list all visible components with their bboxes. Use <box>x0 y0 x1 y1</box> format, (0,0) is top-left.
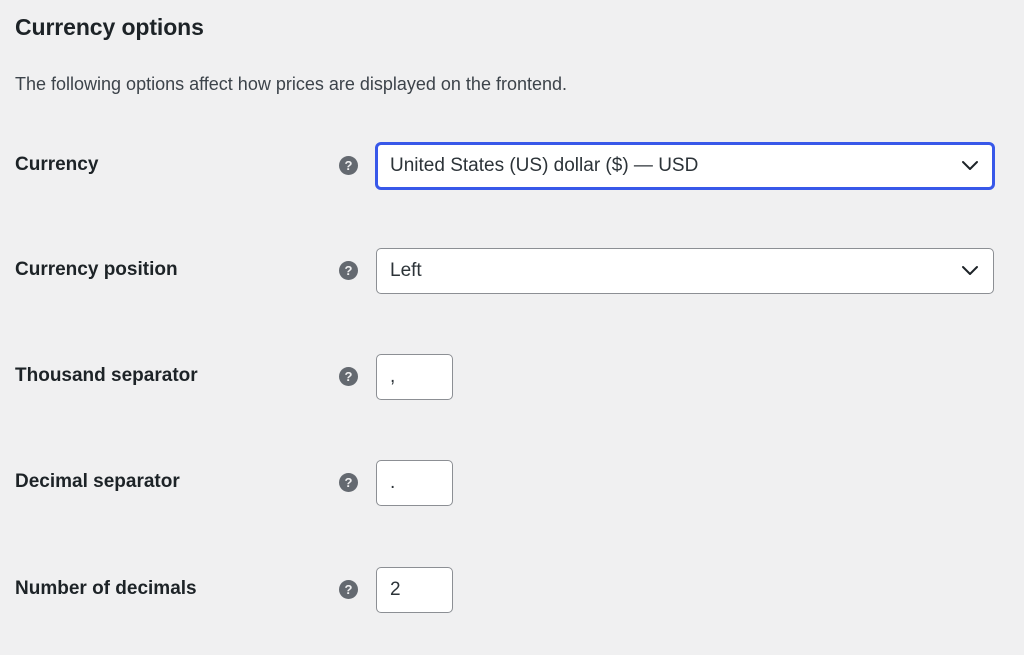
currency-position-select[interactable]: Left <box>376 248 994 294</box>
section-title: Currency options <box>15 14 204 40</box>
decimal-separator-label: Decimal separator <box>15 471 180 492</box>
thousand-separator-row: Thousand separator ? <box>0 354 1024 402</box>
thousand-separator-label: Thousand separator <box>15 365 198 386</box>
help-icon[interactable]: ? <box>339 261 358 280</box>
currency-select-value: United States (US) dollar ($) — USD <box>390 155 699 176</box>
section-description: The following options affect how prices … <box>15 74 568 94</box>
decimal-separator-input[interactable] <box>376 460 453 506</box>
number-of-decimals-input[interactable] <box>376 567 453 613</box>
help-icon[interactable]: ? <box>339 580 358 599</box>
currency-position-row: Currency position ? Left <box>0 248 1024 296</box>
currency-position-label: Currency position <box>15 259 178 280</box>
currency-select[interactable]: United States (US) dollar ($) — USD <box>376 143 994 189</box>
chevron-down-icon <box>962 266 978 275</box>
chevron-down-icon <box>962 161 978 170</box>
currency-row: Currency ? United States (US) dollar ($)… <box>0 143 1024 191</box>
number-of-decimals-label: Number of decimals <box>15 578 197 599</box>
decimal-separator-row: Decimal separator ? <box>0 460 1024 508</box>
help-icon[interactable]: ? <box>339 156 358 175</box>
number-of-decimals-row: Number of decimals ? <box>0 567 1024 615</box>
help-icon[interactable]: ? <box>339 473 358 492</box>
thousand-separator-input[interactable] <box>376 354 453 400</box>
currency-label: Currency <box>15 154 99 175</box>
help-icon[interactable]: ? <box>339 367 358 386</box>
currency-position-select-value: Left <box>390 260 422 281</box>
